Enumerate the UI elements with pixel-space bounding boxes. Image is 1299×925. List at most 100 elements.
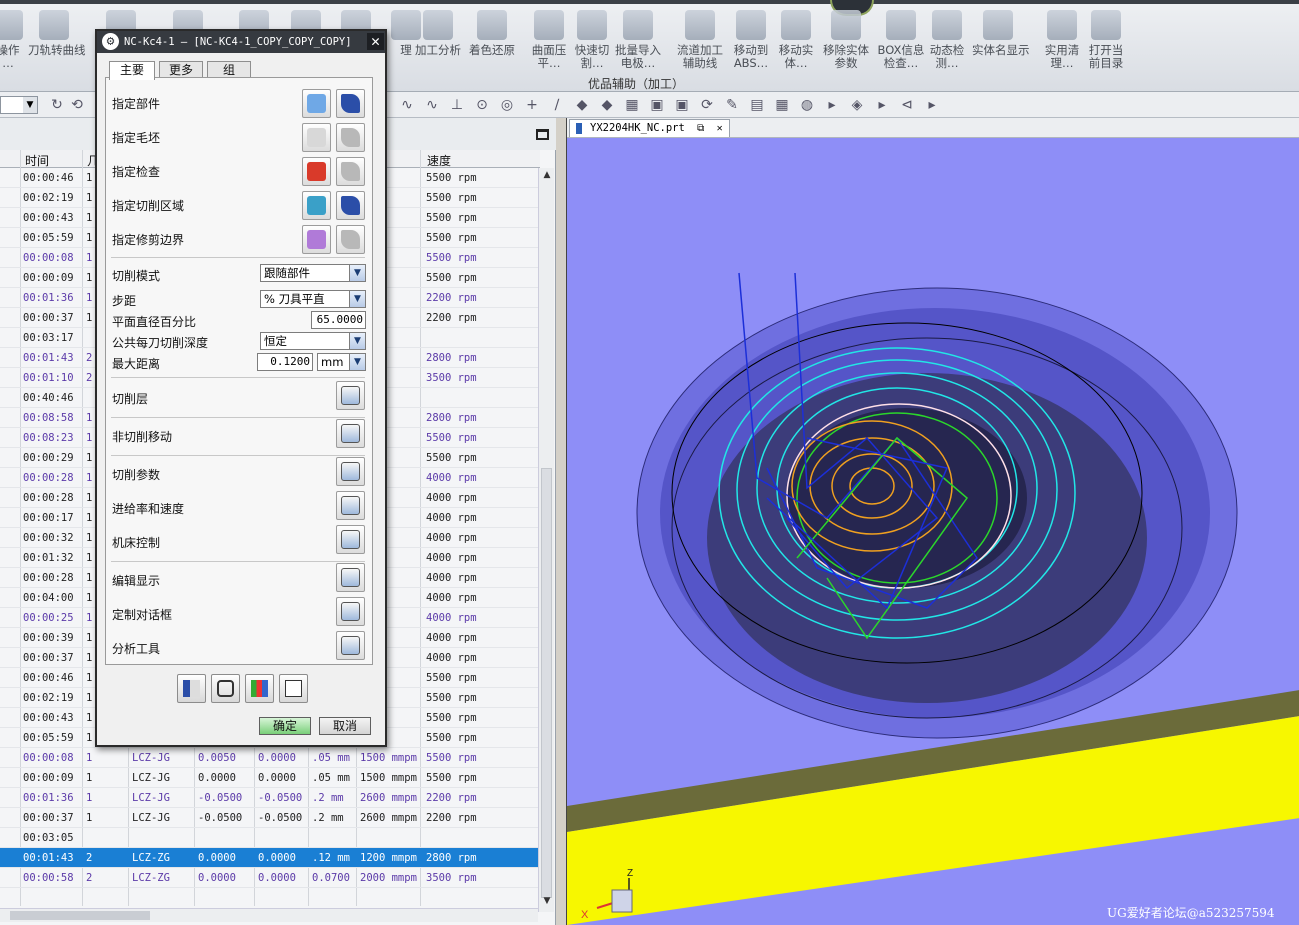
toolbar-tool-icon[interactable]: + bbox=[523, 98, 541, 112]
verify-button[interactable] bbox=[245, 674, 274, 703]
table-row[interactable]: 00:00:37 1 LCZ-JG -0.0500 -0.0500 .2 mm 2600 m… bbox=[0, 808, 540, 828]
toolbar-tool-icon[interactable]: ⊥ bbox=[448, 98, 466, 112]
vertical-scrollbar[interactable]: ▲ ▼ bbox=[538, 168, 554, 912]
col-speed-header[interactable]: 速度 bbox=[427, 152, 451, 169]
section-button[interactable] bbox=[336, 419, 365, 448]
ribbon-button[interactable]: 快速切 割… bbox=[566, 10, 618, 76]
ribbon-button[interactable]: 动态检 测… bbox=[921, 10, 973, 76]
table-row[interactable]: 00:00:08 1 LCZ-JG 0.0050 0.0000 .05 mm 1500 mm… bbox=[0, 748, 540, 768]
maximize-icon[interactable] bbox=[536, 129, 549, 140]
scroll-thumb[interactable] bbox=[541, 468, 552, 898]
table-row[interactable]: 00:00:58 2 LCZ-ZG 0.0000 0.0000 0.0700 2000 mm… bbox=[0, 868, 540, 888]
col-time-header[interactable]: 时间 bbox=[25, 152, 49, 169]
copy-icon[interactable]: ⧉ bbox=[697, 123, 704, 134]
display-geometry-button[interactable] bbox=[336, 123, 365, 152]
section-row[interactable]: 定制对话框 bbox=[107, 606, 367, 626]
dialog-titlebar[interactable]: ⚙ NC-Kc4-1 – [NC-KC4-1_COPY_COPY_COPY] ✕ bbox=[97, 31, 385, 53]
select-geometry-button[interactable] bbox=[302, 157, 331, 186]
ribbon-button[interactable]: 流道加工 辅助线 bbox=[674, 10, 726, 76]
stepover-select[interactable]: % 刀具平直 ▼ bbox=[260, 290, 366, 308]
toolbar-tool-icon[interactable]: ◆ bbox=[598, 98, 616, 112]
ribbon-button[interactable]: 实体名显示 bbox=[972, 10, 1030, 76]
section-row[interactable]: 分析工具 bbox=[107, 640, 367, 660]
file-tab[interactable]: YX2204HK_NC.prt ⧉ ✕ bbox=[569, 119, 730, 137]
display-geometry-button[interactable] bbox=[336, 225, 365, 254]
tab-main[interactable]: 主要 bbox=[109, 61, 155, 80]
cut-pattern-select[interactable]: 跟随部件 ▼ bbox=[260, 264, 366, 282]
select-geometry-button[interactable] bbox=[302, 225, 331, 254]
ribbon-button[interactable]: 移动实 体… bbox=[770, 10, 822, 76]
toolbar-tool-icon[interactable]: ∿ bbox=[398, 98, 416, 112]
toolbar-tool-icon[interactable]: ▸ bbox=[923, 98, 941, 112]
scroll-up-icon[interactable]: ▲ bbox=[541, 170, 553, 182]
toolbar-tool-icon[interactable]: ◍ bbox=[798, 98, 816, 112]
max-distance-unit-select[interactable]: mm ▼ bbox=[317, 353, 366, 371]
select-geometry-button[interactable] bbox=[302, 89, 331, 118]
ribbon-button[interactable]: 着色还原 bbox=[466, 10, 518, 76]
table-row[interactable]: 00:03:05 bbox=[0, 828, 540, 848]
ribbon-button[interactable]: 批量导入 电极… bbox=[612, 10, 664, 76]
gear-icon[interactable]: ⚙ bbox=[102, 33, 119, 50]
pin-icon[interactable] bbox=[576, 123, 582, 134]
ribbon-button[interactable]: 加工分析 bbox=[412, 10, 464, 76]
section-button[interactable] bbox=[336, 597, 365, 626]
max-distance-input[interactable]: 0.1200 bbox=[257, 353, 313, 371]
toolbar-tool-icon[interactable]: ∿ bbox=[423, 98, 441, 112]
ok-button[interactable]: 确定 bbox=[259, 717, 311, 735]
model-scene[interactable]: X Z bbox=[567, 138, 1299, 925]
depth-select[interactable]: 恒定 ▼ bbox=[260, 332, 366, 350]
display-geometry-button[interactable] bbox=[336, 191, 365, 220]
graphics-window[interactable]: YX2204HK_NC.prt ⧉ ✕ X Z UG爱好者论坛@a5232575… bbox=[566, 118, 1299, 925]
ribbon-button[interactable]: 刀轨转曲线 bbox=[28, 10, 86, 76]
ribbon-button[interactable]: BOX信息 检查… bbox=[875, 10, 927, 76]
flat-diameter-input[interactable]: 65.0000 bbox=[311, 311, 366, 329]
ribbon-button[interactable]: 移除实体 参数 bbox=[820, 10, 872, 76]
section-button[interactable] bbox=[336, 491, 365, 520]
display-geometry-button[interactable] bbox=[336, 157, 365, 186]
toolbar-tool-icon[interactable]: ✎ bbox=[723, 98, 741, 112]
table-row[interactable]: 00:01:43 2 LCZ-ZG 0.0000 0.0000 .12 mm 1200 mm… bbox=[0, 848, 540, 868]
toolbar-tool-icon[interactable]: ↻ bbox=[48, 98, 66, 112]
section-button[interactable] bbox=[336, 457, 365, 486]
section-button[interactable] bbox=[336, 525, 365, 554]
horizontal-scrollbar[interactable] bbox=[0, 908, 538, 922]
toolbar-tool-icon[interactable]: ◆ bbox=[573, 98, 591, 112]
table-row[interactable]: 00:01:36 1 LCZ-JG -0.0500 -0.0500 .2 mm 2600 m… bbox=[0, 788, 540, 808]
toolbar-tool-icon[interactable]: ▣ bbox=[648, 98, 666, 112]
replay-button[interactable] bbox=[211, 674, 240, 703]
section-button[interactable] bbox=[336, 631, 365, 660]
toolbar-tool-icon[interactable]: ▦ bbox=[623, 98, 641, 112]
toolbar-tool-icon[interactable]: ⊙ bbox=[473, 98, 491, 112]
generate-button[interactable] bbox=[177, 674, 206, 703]
hscroll-thumb[interactable] bbox=[10, 911, 150, 920]
close-icon[interactable]: ✕ bbox=[367, 33, 384, 50]
section-button[interactable] bbox=[336, 381, 365, 410]
section-row[interactable]: 切削层 bbox=[107, 390, 367, 410]
display-geometry-button[interactable] bbox=[336, 89, 365, 118]
toolbar-tool-icon[interactable]: ▸ bbox=[823, 98, 841, 112]
selection-filter-dropdown[interactable]: ▼ bbox=[0, 96, 38, 114]
toolbar-tool-icon[interactable]: ▸ bbox=[873, 98, 891, 112]
section-row[interactable]: 切削参数 bbox=[107, 466, 367, 486]
list-button[interactable] bbox=[279, 674, 308, 703]
section-row[interactable]: 进给率和速度 bbox=[107, 500, 367, 520]
toolbar-tool-icon[interactable]: ◎ bbox=[498, 98, 516, 112]
section-row[interactable]: 机床控制 bbox=[107, 534, 367, 554]
section-button[interactable] bbox=[336, 563, 365, 592]
select-geometry-button[interactable] bbox=[302, 123, 331, 152]
close-tab-icon[interactable]: ✕ bbox=[717, 123, 723, 134]
section-row[interactable]: 非切削移动 bbox=[107, 428, 367, 448]
toolbar-tool-icon[interactable]: ∕ bbox=[548, 98, 566, 112]
scroll-down-icon[interactable]: ▼ bbox=[541, 896, 553, 908]
ribbon-button[interactable]: 打开当 前目录 bbox=[1080, 10, 1132, 76]
toolbar-tool-icon[interactable]: ▦ bbox=[773, 98, 791, 112]
toolbar-tool-icon[interactable]: ▤ bbox=[748, 98, 766, 112]
select-geometry-button[interactable] bbox=[302, 191, 331, 220]
table-row[interactable]: 00:00:09 1 LCZ-JG 0.0000 0.0000 .05 mm 1500 mm… bbox=[0, 768, 540, 788]
toolbar-tool-icon[interactable]: ◈ bbox=[848, 98, 866, 112]
toolbar-tool-icon[interactable]: ▣ bbox=[673, 98, 691, 112]
toolbar-tool-icon[interactable]: ⟲ bbox=[68, 98, 86, 112]
toolbar-tool-icon[interactable]: ⟳ bbox=[698, 98, 716, 112]
toolbar-tool-icon[interactable]: ⊲ bbox=[898, 98, 916, 112]
cancel-button[interactable]: 取消 bbox=[319, 717, 371, 735]
